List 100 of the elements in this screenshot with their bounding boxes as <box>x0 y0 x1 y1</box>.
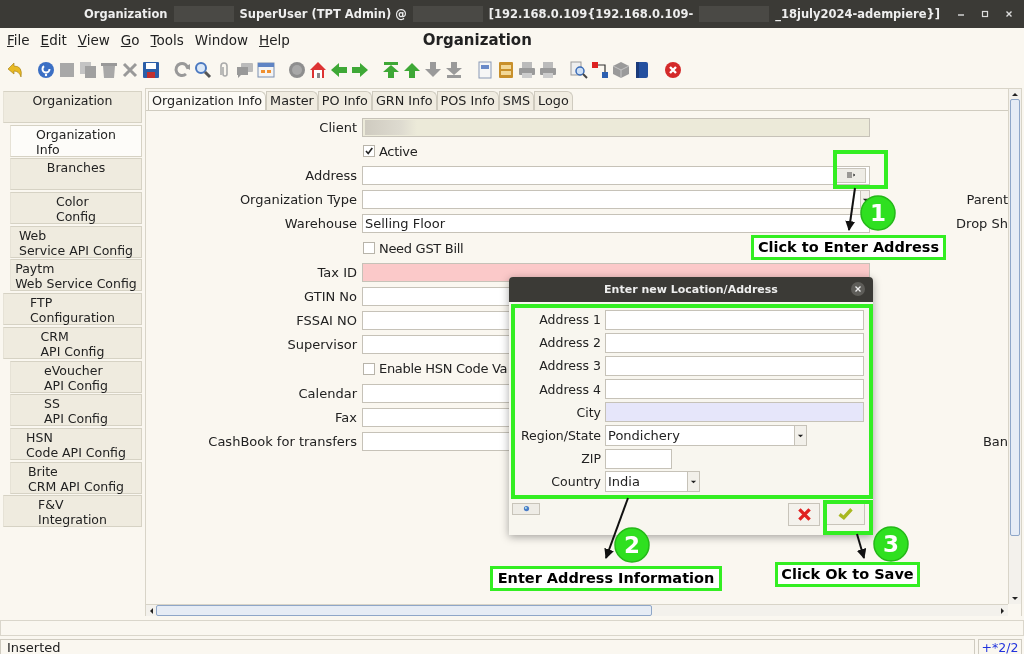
field-label: Country <box>550 474 601 490</box>
sidebar-tab[interactable]: eVoucher API Config <box>10 360 142 393</box>
input-field[interactable] <box>605 448 672 469</box>
input-field[interactable] <box>362 117 870 137</box>
sidebar-tab[interactable]: Branches <box>10 158 142 191</box>
sidebar-tab[interactable]: Paytm Web Service Config <box>10 259 142 292</box>
step-badge: 1 <box>860 195 896 231</box>
dropdown-button[interactable] <box>795 425 807 447</box>
search-icon[interactable] <box>194 61 212 79</box>
menu-item[interactable]: Go <box>120 32 140 48</box>
tab[interactable]: Logo <box>534 91 573 110</box>
field-label: Parent <box>965 192 1008 208</box>
field-label: City <box>575 404 601 420</box>
field-label: Address 3 <box>538 358 601 374</box>
sidebar-tab[interactable]: SS API Config <box>10 394 142 427</box>
trash-icon[interactable] <box>100 61 118 79</box>
field-label: Fax <box>334 409 358 425</box>
input-field[interactable] <box>605 402 864 423</box>
bottom-arrow-icon[interactable] <box>445 61 463 79</box>
home-icon[interactable] <box>309 61 327 79</box>
undo-icon[interactable] <box>6 61 24 79</box>
cancel-button[interactable] <box>788 502 820 526</box>
square-icon[interactable] <box>58 61 76 79</box>
status-message: Inserted <box>0 639 975 654</box>
copy-icon[interactable] <box>79 61 97 79</box>
sidebar-tab[interactable]: Brite CRM API Config <box>10 461 142 494</box>
close-icon[interactable] <box>851 282 865 296</box>
menu-item[interactable]: Window <box>194 32 249 48</box>
tab[interactable]: PO Info <box>317 91 372 110</box>
help-icon[interactable] <box>37 61 55 79</box>
dropdown-button[interactable] <box>688 471 700 493</box>
top-arrow-icon[interactable] <box>382 61 400 79</box>
blurred-value <box>365 119 417 135</box>
checkbox[interactable] <box>363 145 375 158</box>
sidebar-tab[interactable]: F&V Integration <box>3 495 142 528</box>
checkbox[interactable] <box>363 242 375 255</box>
menu-item[interactable]: Edit <box>40 32 67 48</box>
window-heading: Organization <box>422 31 532 49</box>
right-arrow-icon[interactable] <box>998 605 1006 616</box>
sidebar-tab[interactable]: Web Service API Config <box>10 225 142 258</box>
sidebar-tab[interactable]: Color Config <box>10 192 142 225</box>
input-field[interactable] <box>605 379 864 400</box>
printer-icon[interactable] <box>539 61 557 79</box>
dropdown-field[interactable] <box>362 190 861 210</box>
horizontal-scrollbar[interactable] <box>146 604 1008 616</box>
close-icon[interactable] <box>664 61 682 79</box>
cross-icon[interactable] <box>121 61 139 79</box>
sidebar-tab[interactable]: Organization Info <box>10 124 142 157</box>
input-field[interactable] <box>605 309 864 330</box>
document-icon[interactable] <box>476 61 494 79</box>
tab[interactable]: POS Info <box>436 91 499 110</box>
input-field[interactable] <box>362 165 870 185</box>
checkbox[interactable] <box>363 362 375 375</box>
input-field[interactable]: Selling Floor <box>362 214 870 234</box>
printer-icon[interactable] <box>518 61 536 79</box>
globe-button[interactable] <box>512 502 540 515</box>
workflow-icon[interactable] <box>591 61 609 79</box>
calendar-icon[interactable] <box>257 61 275 79</box>
book-icon[interactable] <box>633 61 651 79</box>
menu-item[interactable]: File <box>7 32 30 48</box>
up-arrow-icon[interactable] <box>1010 91 1020 99</box>
input-field[interactable] <box>605 332 864 353</box>
tab[interactable]: Organization Info <box>148 91 267 110</box>
tab[interactable]: GRN Info <box>371 91 437 110</box>
arrow <box>845 187 856 231</box>
vertical-scrollbar[interactable] <box>1008 89 1021 604</box>
dropdown-field[interactable]: Pondichery <box>605 425 795 447</box>
zoom-icon[interactable] <box>570 61 588 79</box>
circle-icon[interactable] <box>288 61 306 79</box>
globe-icon <box>522 505 530 512</box>
field-label: CashBook for transfers <box>207 434 358 450</box>
sidebar-tab[interactable]: Organization <box>3 91 142 123</box>
dropdown-field[interactable]: India <box>605 471 688 493</box>
save-icon[interactable] <box>142 61 160 79</box>
address-button[interactable] <box>836 167 866 183</box>
tab[interactable]: SMS <box>498 91 535 110</box>
window-title: _18july2024-adempiere}] <box>775 7 940 21</box>
field-label: Warehouse <box>283 216 358 232</box>
tab[interactable]: Master <box>266 91 318 110</box>
close-icon[interactable] <box>1004 9 1014 19</box>
field-label: Drop Sh <box>955 216 1008 232</box>
cabinet-icon[interactable] <box>497 61 515 79</box>
record-indicator[interactable]: +*2/2 <box>978 639 1022 654</box>
sidebar-tab[interactable]: FTP Configuration <box>3 293 142 326</box>
input-field[interactable] <box>605 355 864 376</box>
lines-icon <box>846 172 856 179</box>
down-arrow-icon[interactable] <box>1010 594 1020 602</box>
field-label: Ban <box>981 434 1008 450</box>
menu-item[interactable]: Tools <box>150 32 184 48</box>
dialog-title: Enter new Location/Address <box>604 283 778 296</box>
checkmark-icon <box>837 505 854 522</box>
menu-item[interactable]: Help <box>259 32 290 48</box>
chat-icon[interactable] <box>236 61 254 79</box>
field-label: Address 4 <box>538 381 601 397</box>
sidebar-tab[interactable]: HSN Code API Config <box>10 427 142 460</box>
field-label: Tax ID <box>316 264 358 280</box>
checkbox-label: Need GST Bill <box>379 240 464 256</box>
menu-item[interactable]: View <box>77 32 110 48</box>
restore-icon[interactable] <box>980 9 990 19</box>
window-title: [192.168.0.109{192.168.0.109- <box>488 7 694 21</box>
